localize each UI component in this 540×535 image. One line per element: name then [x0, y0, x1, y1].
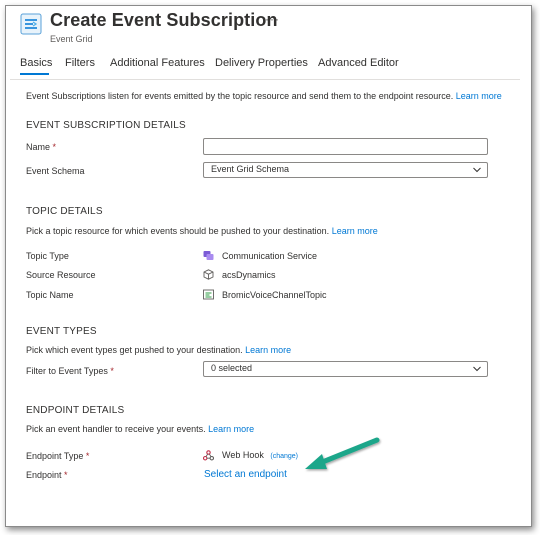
endpoint-type-label: Endpoint Type * [26, 451, 89, 461]
tab-divider [10, 79, 520, 80]
tab-advanced-editor[interactable]: Advanced Editor [318, 57, 399, 69]
source-resource-label: Source Resource [26, 270, 96, 280]
endpoint-label-text: Endpoint [26, 470, 62, 480]
filter-event-types-label: Filter to Event Types * [26, 366, 114, 376]
name-input[interactable] [203, 138, 488, 155]
endpoint-details-heading: ENDPOINT DETAILS [26, 405, 125, 416]
endpoint-label: Endpoint * [26, 470, 68, 480]
endpoint-type-label-text: Endpoint Type [26, 451, 84, 461]
chevron-down-icon [473, 167, 481, 173]
filter-event-types-dropdown[interactable]: 0 selected [203, 361, 488, 377]
event-grid-icon [20, 13, 42, 35]
intro-learn-more-link[interactable]: Learn more [456, 91, 502, 101]
endpoint-description-text: Pick an event handler to receive your ev… [26, 424, 206, 434]
event-types-description-text: Pick which event types get pushed to you… [26, 345, 243, 355]
event-types-heading: EVENT TYPES [26, 326, 97, 337]
tab-filters[interactable]: Filters [65, 57, 95, 69]
topic-name-value: BromicVoiceChannelTopic [222, 290, 327, 300]
webhook-icon [203, 450, 214, 461]
name-label: Name * [26, 142, 56, 152]
event-schema-value: Event Grid Schema [211, 164, 290, 174]
tab-additional-features[interactable]: Additional Features [110, 57, 205, 69]
required-mark: * [64, 470, 68, 480]
intro-description: Event Subscriptions listen for events em… [26, 91, 454, 101]
endpoint-type-value: Web Hook (change) [222, 450, 298, 460]
more-options-icon[interactable]: ··· [265, 12, 280, 26]
event-types-learn-more-link[interactable]: Learn more [245, 345, 291, 355]
page-subtitle: Event Grid [50, 34, 93, 44]
topic-name-label: Topic Name [26, 290, 74, 300]
topic-learn-more-link[interactable]: Learn more [332, 226, 378, 236]
filter-event-types-label-text: Filter to Event Types [26, 366, 108, 376]
change-endpoint-type-link[interactable]: (change) [270, 453, 298, 460]
page-title: Create Event Subscription [50, 10, 278, 30]
intro-text: Event Subscriptions listen for events em… [26, 91, 502, 101]
topic-description: Pick a topic resource for which events s… [26, 226, 378, 236]
required-mark: * [85, 451, 90, 461]
filter-event-types-value: 0 selected [211, 363, 253, 373]
required-mark: * [52, 142, 57, 152]
source-resource-value: acsDynamics [222, 270, 276, 280]
endpoint-learn-more-link[interactable]: Learn more [208, 424, 254, 434]
tab-basics[interactable]: Basics [20, 57, 52, 69]
event-types-description: Pick which event types get pushed to you… [26, 345, 291, 355]
chevron-down-icon [473, 366, 481, 372]
create-event-subscription-page: Create Event Subscription ··· Event Grid… [0, 0, 540, 535]
event-schema-dropdown[interactable]: Event Grid Schema [203, 162, 488, 178]
cube-icon [203, 269, 214, 280]
tab-delivery-properties[interactable]: Delivery Properties [215, 57, 308, 69]
event-schema-label: Event Schema [26, 166, 85, 176]
endpoint-description: Pick an event handler to receive your ev… [26, 424, 254, 434]
topic-icon [203, 289, 214, 300]
topic-description-text: Pick a topic resource for which events s… [26, 226, 330, 236]
communication-service-icon [203, 251, 214, 260]
annotation-arrow-icon [305, 437, 380, 469]
topic-type-value: Communication Service [222, 251, 318, 261]
select-endpoint-link[interactable]: Select an endpoint [204, 469, 287, 480]
event-subscription-details-heading: EVENT SUBSCRIPTION DETAILS [26, 120, 186, 131]
required-mark: * [110, 366, 114, 376]
active-tab-indicator [20, 73, 49, 75]
topic-type-label: Topic Type [26, 251, 69, 261]
endpoint-type-value-text: Web Hook [222, 450, 264, 460]
topic-details-heading: TOPIC DETAILS [26, 206, 103, 217]
name-label-text: Name [26, 142, 51, 152]
